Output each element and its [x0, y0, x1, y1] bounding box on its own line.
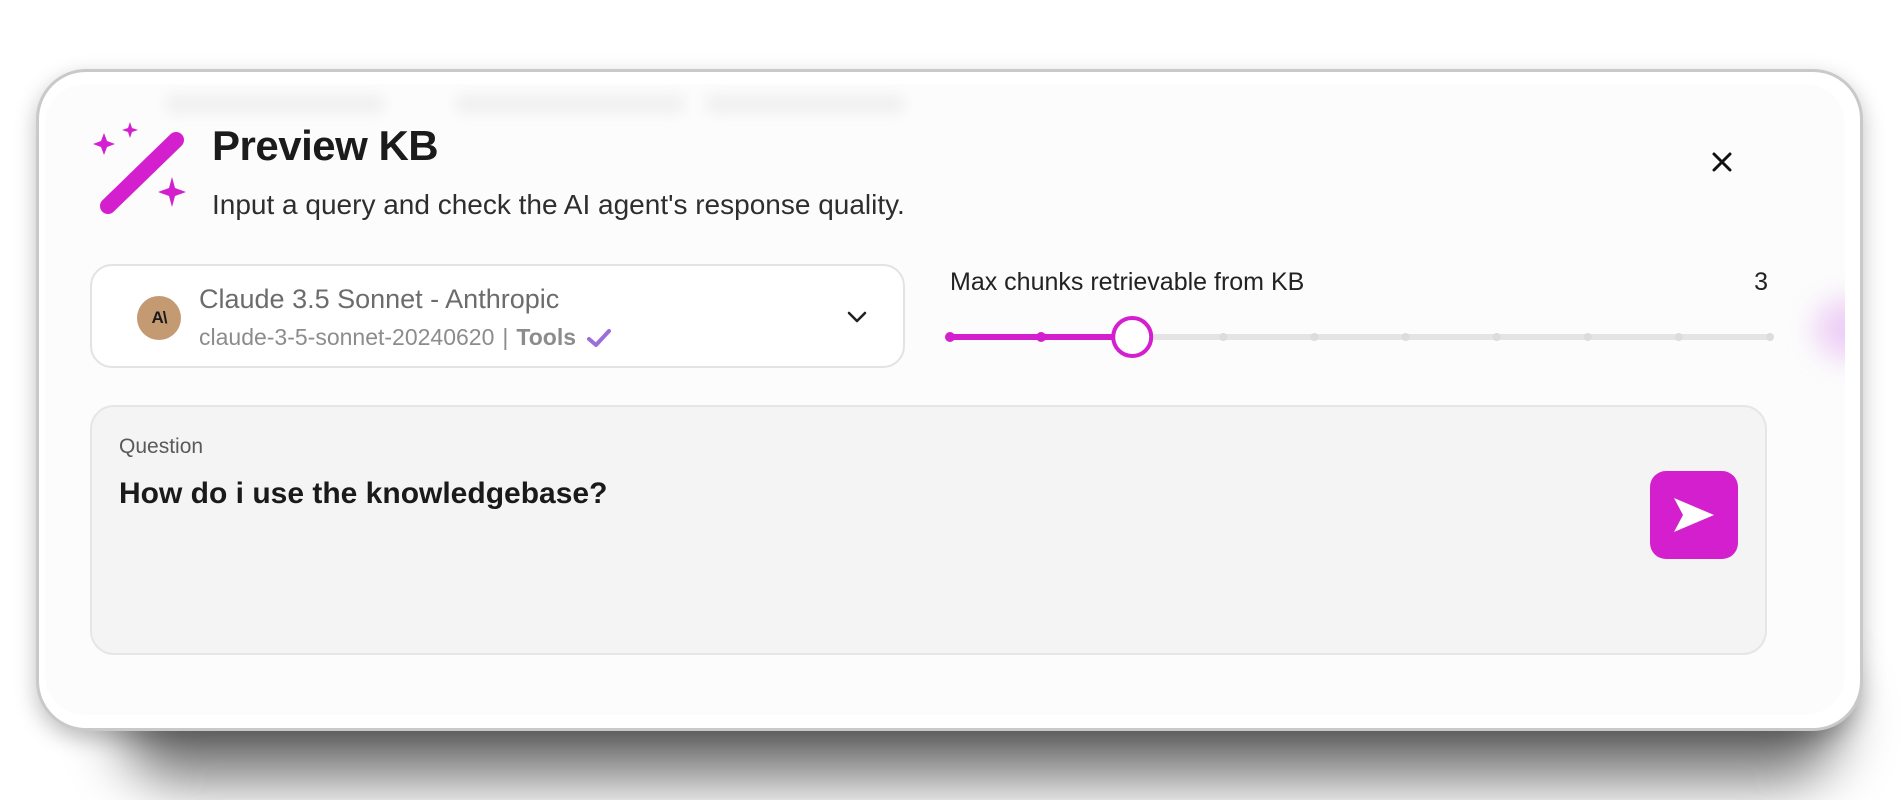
- slider-tick: [1401, 333, 1410, 341]
- anthropic-avatar: A\: [137, 296, 181, 340]
- background-blur: [165, 94, 385, 114]
- slider-tick: [945, 332, 955, 342]
- slider-tick: [1219, 333, 1228, 341]
- slider-thumb[interactable]: [1111, 316, 1154, 358]
- slider-tick: [1036, 332, 1047, 342]
- question-field: Question: [90, 405, 1767, 655]
- max-chunks-value: 3: [1754, 268, 1768, 296]
- send-button[interactable]: [1650, 471, 1738, 559]
- background-glow: [1815, 299, 1845, 359]
- screen: Preview KB Input a query and check the A…: [0, 0, 1900, 800]
- model-name: Claude 3.5 Sonnet - Anthropic: [199, 284, 560, 314]
- model-separator: |: [502, 324, 509, 350]
- model-details: claude-3-5-sonnet-20240620 | Tools: [199, 324, 612, 351]
- model-select-dropdown[interactable]: A\ Claude 3.5 Sonnet - Anthropic claude-…: [90, 264, 905, 368]
- close-icon: [1712, 152, 1732, 172]
- slider-tick: [1310, 333, 1319, 341]
- background-blur: [705, 94, 905, 114]
- background-blur: [455, 94, 685, 114]
- dialog-title: Preview KB: [212, 122, 439, 169]
- send-icon: [1674, 498, 1714, 532]
- chevron-down-icon: [847, 311, 867, 323]
- question-input[interactable]: [119, 477, 1619, 511]
- slider-tick: [1492, 333, 1501, 341]
- question-label: Question: [119, 435, 204, 458]
- magic-wand-icon: [93, 122, 186, 214]
- dialog-subtitle: Input a query and check the AI agent's r…: [212, 189, 905, 220]
- max-chunks-slider[interactable]: [940, 315, 1780, 359]
- slider-tick: [1583, 333, 1592, 341]
- slider-tick: [1766, 333, 1774, 341]
- model-capability: Tools: [516, 324, 576, 350]
- model-id: claude-3-5-sonnet-20240620: [199, 324, 495, 350]
- close-button[interactable]: [1702, 142, 1742, 182]
- slider-tick: [1674, 333, 1683, 341]
- max-chunks-label: Max chunks retrievable from KB: [950, 268, 1305, 296]
- check-icon: [586, 328, 612, 348]
